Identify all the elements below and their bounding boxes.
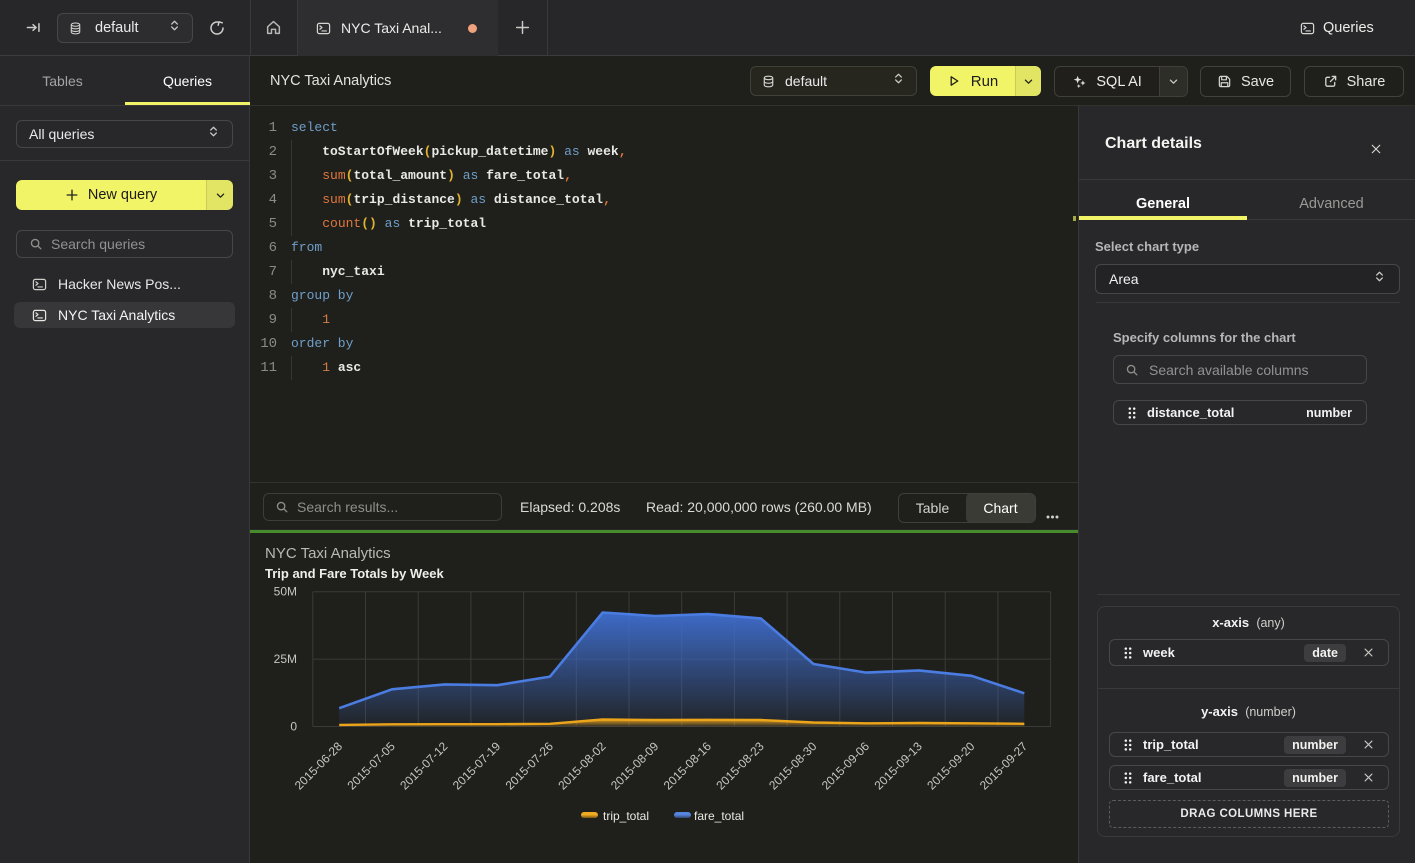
svg-text:2015-06-28: 2015-06-28	[292, 739, 346, 793]
svg-text:2015-08-02: 2015-08-02	[555, 739, 609, 793]
svg-text:2015-08-16: 2015-08-16	[661, 739, 715, 793]
svg-text:25M: 25M	[274, 652, 297, 666]
svg-text:2015-09-13: 2015-09-13	[872, 739, 926, 793]
svg-text:2015-09-20: 2015-09-20	[924, 739, 978, 793]
svg-text:2015-07-19: 2015-07-19	[450, 739, 504, 793]
svg-text:2015-08-30: 2015-08-30	[766, 739, 820, 793]
svg-text:2015-09-27: 2015-09-27	[977, 739, 1031, 793]
svg-text:2015-07-05: 2015-07-05	[345, 739, 399, 793]
svg-text:2015-09-06: 2015-09-06	[819, 739, 873, 793]
svg-text:2015-08-23: 2015-08-23	[713, 739, 767, 793]
svg-text:2015-07-12: 2015-07-12	[397, 739, 451, 793]
svg-text:50M: 50M	[274, 585, 297, 599]
svg-text:2015-08-09: 2015-08-09	[608, 739, 662, 793]
svg-text:2015-07-26: 2015-07-26	[503, 739, 557, 793]
svg-text:0: 0	[290, 720, 297, 734]
